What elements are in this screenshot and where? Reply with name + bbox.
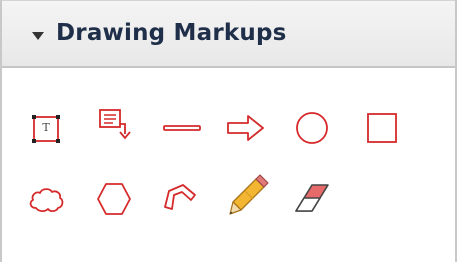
- drawing-markups-header[interactable]: Drawing Markups: [2, 0, 455, 68]
- chevron-down-icon[interactable]: [32, 32, 44, 40]
- eraser-icon: [295, 184, 329, 212]
- text-box-icon: T: [32, 115, 60, 143]
- oval-tool[interactable]: [290, 106, 334, 150]
- arrow-icon: [227, 115, 264, 141]
- cloud-tool[interactable]: [24, 177, 68, 221]
- line-tool[interactable]: [160, 106, 204, 150]
- polygon-line-icon: [164, 184, 196, 210]
- rectangle-icon: [367, 113, 397, 143]
- oval-icon: [296, 112, 328, 144]
- drawing-markups-panel: Drawing Markups T: [0, 0, 457, 262]
- rectangle-tool[interactable]: [360, 106, 404, 150]
- arrow-tool[interactable]: [224, 106, 268, 150]
- polygon-tool[interactable]: [92, 177, 136, 221]
- eraser-tool[interactable]: [290, 177, 334, 221]
- polygon-icon: [97, 183, 131, 215]
- text-callout-tool[interactable]: [92, 103, 136, 147]
- pencil-tool[interactable]: [226, 174, 270, 218]
- text-box-tool[interactable]: T: [24, 106, 68, 150]
- cloud-icon: [29, 188, 64, 213]
- polygon-line-tool[interactable]: [157, 177, 201, 221]
- line-icon: [163, 125, 201, 131]
- text-box-glyph: T: [42, 121, 50, 134]
- text-callout-icon: [99, 109, 131, 140]
- panel-title: Drawing Markups: [56, 20, 287, 46]
- pencil-icon: [229, 174, 269, 215]
